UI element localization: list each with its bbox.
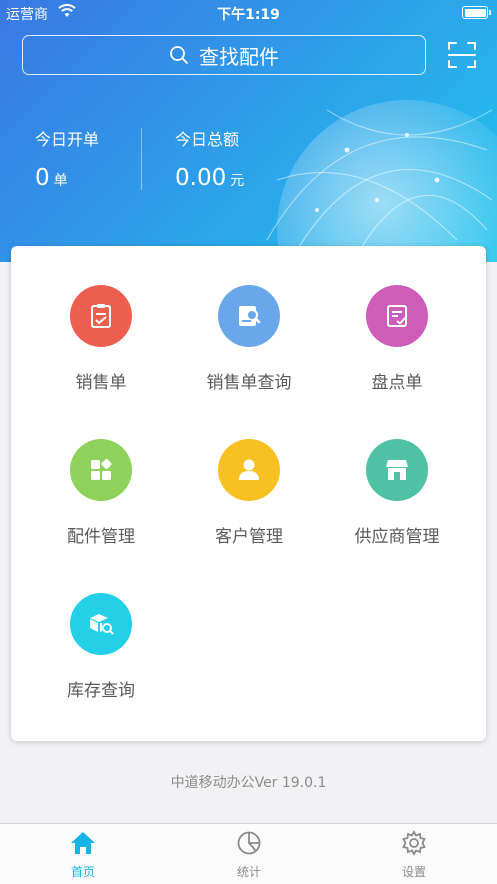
menu-label: 客户管理 (215, 527, 283, 547)
menu-item-customer-management[interactable]: 客户管理 (170, 439, 328, 547)
stats-divider (141, 128, 142, 190)
menu-label: 销售单 (75, 373, 127, 393)
menu-label: 盘点单 (371, 373, 423, 393)
menu-item-sales-order[interactable]: 销售单 (22, 285, 180, 393)
menu-item-stock-query[interactable]: 库存查询 (22, 593, 180, 701)
today-orders-value: 0 (35, 165, 50, 191)
stock-query-icon (70, 593, 132, 655)
today-total: 今日总额 0.00 元 (175, 126, 244, 191)
today-orders-unit: 单 (53, 173, 68, 189)
tab-statistics[interactable]: 统计 (189, 830, 309, 880)
today-orders: 今日开单 0单 (35, 126, 99, 191)
home-icon (71, 832, 95, 854)
menu-label: 供应商管理 (354, 527, 440, 547)
menu-label: 库存查询 (67, 681, 135, 701)
pie-chart-icon (237, 831, 261, 855)
today-total-unit: 元 (230, 173, 245, 189)
search-placeholder: 查找配件 (199, 44, 279, 69)
app-version: 中道移动办公Ver 19.0.1 (170, 775, 327, 791)
tab-label: 设置 (401, 865, 426, 879)
search-input[interactable]: 查找配件 (22, 35, 426, 75)
scan-icon[interactable] (447, 40, 477, 70)
network-lines-decoration (266, 109, 493, 256)
menu-label: 配件管理 (67, 527, 135, 547)
inventory-check-icon (366, 285, 428, 347)
sales-order-icon (70, 285, 132, 347)
today-total-label: 今日总额 (175, 130, 240, 149)
menu-item-supplier-management[interactable]: 供应商管理 (318, 439, 476, 547)
today-total-value: 0.00 (175, 165, 227, 191)
menu-label: 销售单查询 (206, 373, 292, 393)
today-orders-label: 今日开单 (35, 130, 100, 149)
tab-label: 统计 (236, 865, 261, 879)
tab-bar: 首页 统计 设置 (0, 823, 497, 884)
status-bar: 运营商 下午1:19 (0, 0, 497, 26)
sales-query-icon (218, 285, 280, 347)
supplier-management-icon (366, 439, 428, 501)
menu-item-inventory-check[interactable]: 盘点单 (318, 285, 476, 393)
clock: 下午1:19 (217, 7, 280, 23)
gear-icon (402, 830, 426, 856)
tab-settings[interactable]: 设置 (354, 830, 474, 880)
menu-item-parts-management[interactable]: 配件管理 (22, 439, 180, 547)
customer-management-icon (218, 439, 280, 501)
tab-home[interactable]: 首页 (23, 830, 143, 880)
menu-card: 销售单 销售单查询 盘点单 配件管理 客户管理 供应商管理 库存查询 (11, 246, 486, 741)
tab-label: 首页 (70, 865, 95, 879)
search-icon (170, 46, 188, 64)
menu-item-sales-query[interactable]: 销售单查询 (170, 285, 328, 393)
parts-management-icon (70, 439, 132, 501)
battery-icon (462, 6, 491, 19)
